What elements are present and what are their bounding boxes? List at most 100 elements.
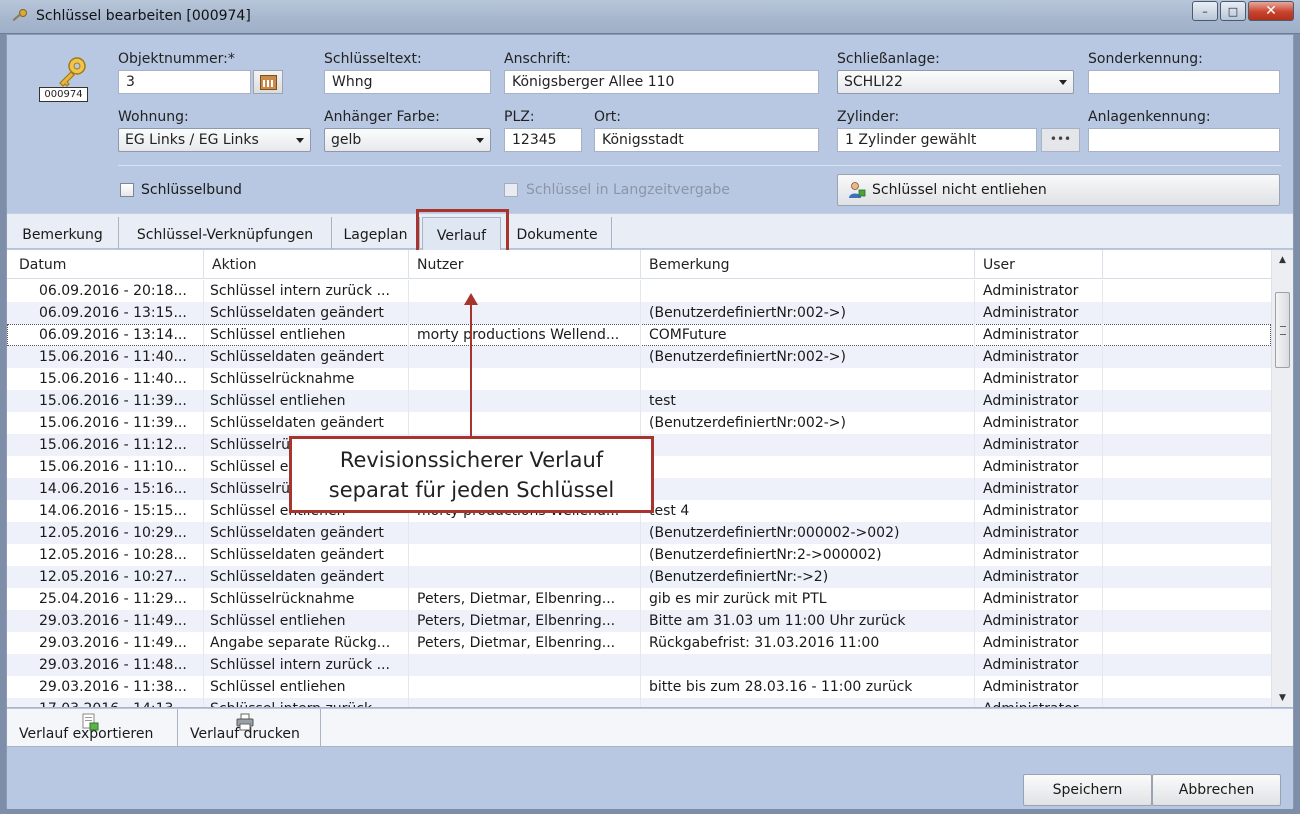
cell-user: Administrator — [975, 456, 1103, 478]
cell-datum: 06.09.2016 - 13:14... — [11, 324, 204, 346]
table-row[interactable]: 15.06.2016 - 11:39... Schlüssel entliehen… — [7, 390, 1271, 412]
cell-user: Administrator — [975, 434, 1103, 456]
scroll-up-icon[interactable]: ▲ — [1272, 250, 1293, 270]
tab-dokumente[interactable]: Dokumente — [503, 217, 612, 249]
cell-datum: 17.03.2016 - 14:13... — [11, 698, 204, 707]
cell-datum: 15.06.2016 - 11:39... — [11, 412, 204, 434]
cell-aktion: Angabe separate Rückg... — [204, 632, 409, 654]
lend-status-label: Schlüssel nicht entliehen — [872, 182, 1047, 198]
plz-field[interactable]: 12345 — [504, 128, 582, 152]
column-header-bemerkung[interactable]: Bemerkung — [641, 250, 975, 279]
cell-bemerkung: Bitte am 31.03 um 11:00 Uhr zurück — [641, 610, 975, 632]
schliessanlage-select[interactable]: SCHLI22 — [837, 70, 1074, 94]
table-row[interactable]: 12.05.2016 - 10:29... Schlüsseldaten geän… — [7, 522, 1271, 544]
table-row[interactable]: 29.03.2016 - 11:49... Angabe separate Rüc… — [7, 632, 1271, 654]
export-history-button[interactable]: Verlauf exportieren — [7, 709, 178, 747]
langzeit-checkbox[interactable] — [504, 183, 518, 197]
cancel-button[interactable]: Abbrechen — [1152, 774, 1281, 806]
calendar-button[interactable] — [253, 70, 283, 94]
cell-datum: 15.06.2016 - 11:10... — [11, 456, 204, 478]
zylinder-field[interactable]: 1 Zylinder gewählt — [837, 128, 1037, 152]
zylinder-label: Zylinder: — [837, 109, 900, 125]
table-row[interactable]: 29.03.2016 - 11:38... Schlüssel entliehen… — [7, 676, 1271, 698]
column-header-nutzer[interactable]: Nutzer — [409, 250, 641, 279]
table-row[interactable]: 12.05.2016 - 10:27... Schlüsseldaten geän… — [7, 566, 1271, 588]
tab-bemerkung[interactable]: Bemerkung — [7, 217, 119, 249]
cell-bemerkung: (BenutzerdefiniertNr:002->) — [641, 302, 975, 324]
table-row[interactable]: 25.04.2016 - 11:29... Schlüsselrücknahme … — [7, 588, 1271, 610]
objektnummer-field[interactable]: 3 — [118, 70, 251, 94]
cell-aktion: Schlüsseldaten geändert — [204, 346, 409, 368]
tab-lageplan[interactable]: Lageplan — [332, 217, 420, 249]
table-row[interactable]: 06.09.2016 - 13:15... Schlüsseldaten geän… — [7, 302, 1271, 324]
cell-aktion: Schlüssel entliehen — [204, 324, 409, 346]
cell-nutzer — [409, 346, 641, 368]
table-row[interactable]: 06.09.2016 - 20:18... Schlüssel intern zu… — [7, 280, 1271, 302]
anhaenger-select[interactable]: gelb — [324, 128, 491, 152]
calendar-icon — [260, 75, 277, 90]
wohnung-select[interactable]: EG Links / EG Links — [118, 128, 311, 152]
table-row[interactable]: 06.09.2016 - 13:14... Schlüssel entliehen… — [7, 324, 1271, 346]
cell-aktion: Schlüssel intern zurück ... — [204, 698, 409, 707]
key-form: 000974 Objektnummer:* 3 Schlüsseltext: W… — [7, 35, 1293, 213]
sonderkennung-field[interactable] — [1088, 70, 1280, 94]
grid-scrollbar[interactable]: ▲ ▼ — [1271, 250, 1293, 707]
table-row[interactable]: 15.06.2016 - 11:40... Schlüsselrücknahme A… — [7, 368, 1271, 390]
zylinder-more-button[interactable]: ••• — [1041, 128, 1080, 152]
tab-schluessel-verknuepfungen[interactable]: Schlüssel-Verknüpfungen — [119, 217, 332, 249]
cell-user: Administrator — [975, 610, 1103, 632]
save-button[interactable]: Speichern — [1023, 774, 1152, 806]
person-icon — [849, 182, 866, 198]
close-button[interactable]: ✕ — [1248, 1, 1294, 21]
table-row[interactable]: 17.03.2016 - 14:13...Schlüssel intern zu… — [7, 698, 1271, 707]
table-row[interactable]: 15.06.2016 - 11:40... Schlüsseldaten geän… — [7, 346, 1271, 368]
scroll-thumb[interactable] — [1275, 292, 1290, 368]
cell-bemerkung — [641, 434, 975, 456]
cell-user: Administrator — [975, 412, 1103, 434]
cell-user: Administrator — [975, 478, 1103, 500]
minimize-button[interactable]: – — [1192, 1, 1218, 21]
print-history-button[interactable]: Verlauf drucken — [178, 709, 321, 747]
callout-box: Revisionssicherer Verlauf separat für je… — [289, 436, 654, 513]
cell-user: Administrator — [975, 302, 1103, 324]
ort-field[interactable]: Königsstadt — [594, 128, 819, 152]
cell-aktion: Schlüssel entliehen — [204, 390, 409, 412]
cell-bemerkung — [641, 478, 975, 500]
cell-datum: 12.05.2016 - 10:29... — [11, 522, 204, 544]
cell-datum: 29.03.2016 - 11:49... — [11, 632, 204, 654]
column-header-user[interactable]: User — [975, 250, 1103, 279]
anschrift-field[interactable]: Königsberger Allee 110 — [504, 70, 819, 94]
scroll-down-icon[interactable]: ▼ — [1272, 688, 1293, 707]
cell-datum: 25.04.2016 - 11:29... — [11, 588, 204, 610]
cell-datum: 06.09.2016 - 20:18... — [11, 280, 204, 302]
cell-datum: 15.06.2016 - 11:40... — [11, 368, 204, 390]
schluesselbund-label: Schlüsselbund — [141, 182, 242, 198]
callout-line-2: separat für jeden Schlüssel — [328, 478, 615, 502]
sonderkennung-label: Sonderkennung: — [1088, 51, 1203, 67]
maximize-button[interactable]: □ — [1220, 1, 1246, 21]
cell-user: Administrator — [975, 280, 1103, 302]
cell-nutzer: Peters, Dietmar, Elbenring... — [409, 588, 641, 610]
wohnung-label: Wohnung: — [118, 109, 189, 125]
cell-datum: 15.06.2016 - 11:40... — [11, 346, 204, 368]
table-row[interactable]: 29.03.2016 - 11:49... Schlüssel entliehen… — [7, 610, 1271, 632]
cell-aktion: Schlüsseldaten geändert — [204, 544, 409, 566]
column-header-aktion[interactable]: Aktion — [204, 250, 409, 279]
cell-datum: 15.06.2016 - 11:39... — [11, 390, 204, 412]
table-row[interactable]: 12.05.2016 - 10:28... Schlüsseldaten geän… — [7, 544, 1271, 566]
cell-user: Administrator — [975, 368, 1103, 390]
column-header-datum[interactable]: Datum — [11, 250, 204, 279]
anhaenger-value: gelb — [331, 132, 362, 148]
cell-bemerkung: COMFuture — [641, 324, 975, 346]
objektnummer-label: Objektnummer:* — [118, 51, 235, 67]
lend-status-button[interactable]: Schlüssel nicht entliehen — [837, 174, 1280, 206]
schluesseltext-field[interactable]: Whng — [324, 70, 491, 94]
table-row[interactable]: 29.03.2016 - 11:48... Schlüssel intern zu… — [7, 654, 1271, 676]
schluesselbund-checkbox[interactable] — [120, 183, 134, 197]
anlagenkennung-field[interactable] — [1088, 128, 1280, 152]
cell-user: Administrator — [975, 676, 1103, 698]
table-row[interactable]: 15.06.2016 - 11:39... Schlüsseldaten geän… — [7, 412, 1271, 434]
cell-datum: 06.09.2016 - 13:15... — [11, 302, 204, 324]
tab-verlauf[interactable]: Verlauf — [422, 217, 501, 250]
history-toolbar: Verlauf exportieren Verlauf drucken — [7, 709, 1293, 747]
